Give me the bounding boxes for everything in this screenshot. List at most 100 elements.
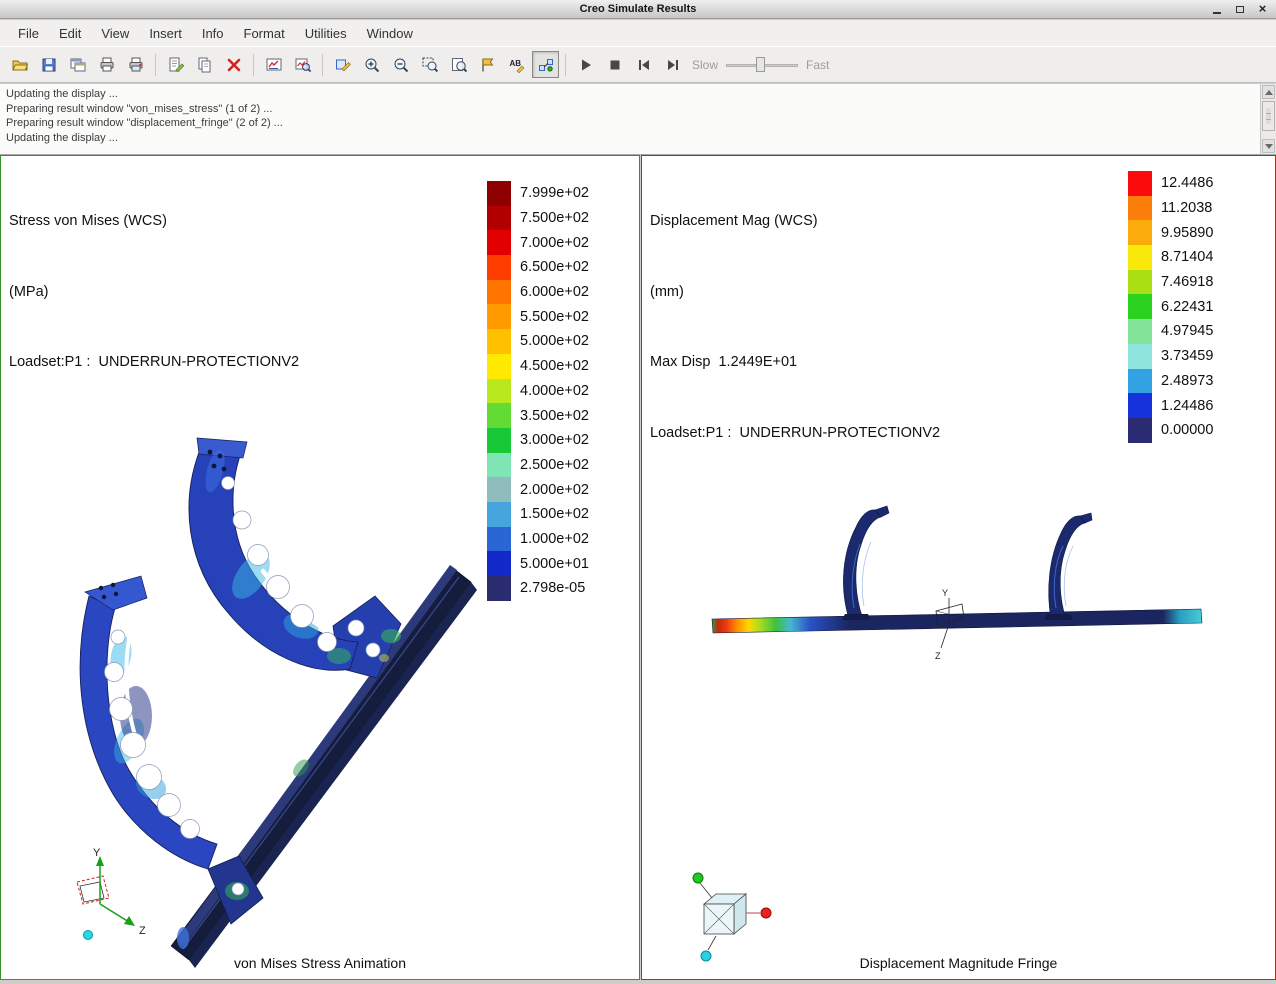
zoom-box-icon	[422, 57, 438, 72]
graphics-area: Y Z Stress von Mises (WCS) (MPa) Loadset…	[0, 155, 1276, 980]
stop-button[interactable]	[601, 51, 628, 78]
csys-y-label: Y	[942, 588, 948, 598]
legend-value: 4.97945	[1161, 323, 1214, 340]
legend-entry: 0.00000	[1128, 417, 1213, 443]
legend-entry: 1.24486	[1128, 393, 1213, 418]
zoom-out-icon	[394, 58, 408, 72]
animate-toggle-button[interactable]	[532, 51, 559, 78]
play-button[interactable]	[572, 51, 599, 78]
zoom-refit-button[interactable]	[445, 51, 472, 78]
minimize-button[interactable]	[1208, 2, 1225, 16]
minimize-icon	[1212, 11, 1221, 14]
zoom-in-button[interactable]	[358, 51, 385, 78]
legend-color-swatch	[487, 576, 511, 601]
zoom-out-button[interactable]	[387, 51, 414, 78]
legend-entry: 9.95890	[1128, 220, 1213, 246]
legend-value: 3.000e+02	[520, 432, 589, 449]
legend-color-swatch	[487, 304, 511, 330]
previous-frame-icon	[638, 59, 649, 70]
menu-item[interactable]: Window	[357, 23, 423, 44]
legend-color-swatch	[487, 181, 511, 206]
toolbar-separator	[565, 53, 566, 76]
stress-legend: 7.999e+02 7.500e+02 7.000e+02 6.500e+02	[487, 181, 589, 601]
stress-arm-right	[188, 437, 359, 671]
legend-color-swatch	[487, 452, 511, 478]
menu-item[interactable]: Info	[192, 23, 234, 44]
flag-icon	[481, 58, 493, 71]
legend-entry: 6.500e+02	[487, 255, 589, 280]
legend-entry: 1.000e+02	[487, 526, 589, 552]
displacement-loadset: Loadset:P1 : UNDERRUN-PROTECTIONV2	[650, 424, 941, 441]
tag-button[interactable]	[474, 51, 501, 78]
close-button[interactable]: ×	[1254, 2, 1271, 16]
menu-item[interactable]: Edit	[49, 23, 91, 44]
edit-report-button[interactable]	[162, 51, 189, 78]
previous-frame-button[interactable]	[630, 51, 657, 78]
legend-value: 7.46918	[1161, 274, 1214, 291]
legend-entry: 6.22431	[1128, 294, 1213, 320]
next-frame-button[interactable]	[659, 51, 686, 78]
legend-entry: 5.000e+02	[487, 329, 589, 354]
legend-entry: 3.000e+02	[487, 427, 589, 453]
legend-entry: 6.000e+02	[487, 279, 589, 305]
legend-entry: 4.97945	[1128, 319, 1213, 344]
message-area[interactable]: Updating the display ... Preparing resul…	[0, 84, 1260, 154]
menu-item[interactable]: Insert	[139, 23, 192, 44]
review-results-button[interactable]	[289, 51, 316, 78]
restore-button[interactable]	[1231, 2, 1248, 16]
play-icon	[581, 59, 591, 70]
legend-color-swatch	[487, 353, 511, 379]
slider-thumb[interactable]	[756, 56, 766, 72]
message-line: Preparing result window "displacement_fr…	[6, 117, 283, 129]
scroll-up-button[interactable]	[1262, 85, 1275, 99]
save-button[interactable]	[35, 51, 62, 78]
displacement-units: (mm)	[650, 283, 684, 300]
delete-button[interactable]	[220, 51, 247, 78]
legend-entry: 11.2038	[1128, 195, 1213, 221]
annotate-button[interactable]: AB	[503, 51, 530, 78]
legend-value: 8.71404	[1161, 249, 1214, 266]
legend-value: 5.000e+01	[520, 555, 589, 572]
legend-value: 4.500e+02	[520, 358, 589, 375]
animation-speed-slider[interactable]	[726, 56, 799, 74]
print-options-button[interactable]	[122, 51, 149, 78]
legend-color-swatch	[1128, 269, 1152, 295]
copy-button[interactable]	[191, 51, 218, 78]
zoom-in-icon	[365, 58, 379, 72]
menu-item[interactable]: Utilities	[295, 23, 357, 44]
print-button[interactable]	[93, 51, 120, 78]
stress-loadset: Loadset:P1 : UNDERRUN-PROTECTIONV2	[9, 354, 300, 370]
legend-entry: 2.48973	[1128, 368, 1213, 394]
legend-value: 1.24486	[1161, 397, 1214, 414]
result-window-displacement[interactable]: Y Z Displacement Mag (WCS) (mm) Max Disp…	[641, 155, 1276, 980]
stress-units: (MPa)	[9, 283, 49, 300]
menu-item[interactable]: Format	[234, 23, 295, 44]
legend-entry: 7.500e+02	[487, 205, 589, 231]
open-button[interactable]	[6, 51, 33, 78]
legend-color-swatch	[487, 255, 511, 280]
legend-value: 2.500e+02	[520, 456, 589, 473]
arrow-up-icon	[1264, 89, 1273, 95]
next-frame-icon	[667, 59, 678, 70]
legend-value: 2.000e+02	[520, 481, 589, 498]
menu-item[interactable]: File	[8, 23, 49, 44]
result-window-von-mises[interactable]: Y Z Stress von Mises (WCS) (MPa) Loadset…	[0, 155, 640, 980]
save-a-copy-button[interactable]	[64, 51, 91, 78]
menu-item[interactable]: View	[91, 23, 139, 44]
zoom-box-button[interactable]	[416, 51, 443, 78]
copy-icon	[198, 57, 210, 72]
result-window-button[interactable]	[260, 51, 287, 78]
support-right	[1044, 512, 1093, 620]
scroll-thumb[interactable]	[1262, 101, 1275, 131]
legend-color-swatch	[1128, 220, 1152, 246]
legend-color-swatch	[1128, 393, 1152, 418]
displacement-caption: Displacement Magnitude Fringe	[859, 955, 1058, 971]
legend-entry: 7.999e+02	[487, 181, 589, 206]
legend-value: 11.2038	[1161, 200, 1213, 217]
legend-value: 3.500e+02	[520, 407, 589, 424]
format-result-button[interactable]	[329, 51, 356, 78]
scroll-down-button[interactable]	[1262, 139, 1275, 153]
message-line: Preparing result window "von_mises_stres…	[6, 102, 273, 115]
legend-entry: 2.798e-05	[487, 576, 589, 601]
legend-entry: 4.000e+02	[487, 378, 589, 404]
